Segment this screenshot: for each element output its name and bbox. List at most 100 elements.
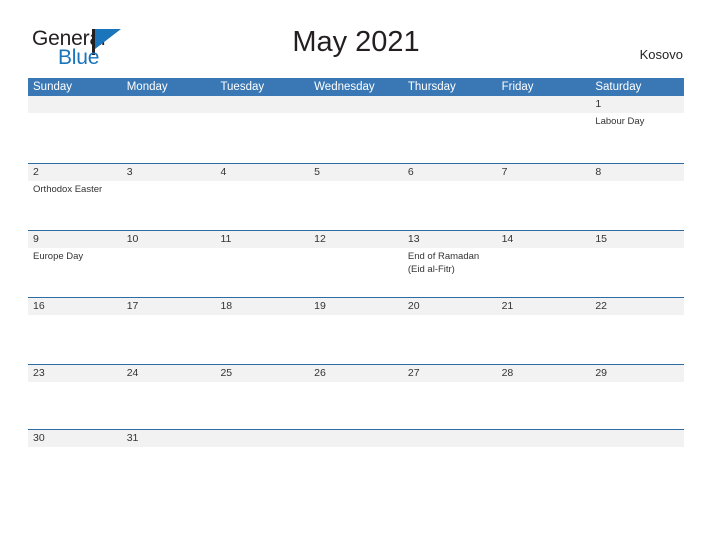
day-events <box>215 248 309 297</box>
day-number[interactable]: 9 <box>28 231 122 248</box>
day-number[interactable]: 8 <box>590 164 684 181</box>
page-title: May 2021 <box>292 26 420 58</box>
day-events <box>497 181 591 230</box>
day-events <box>122 315 216 364</box>
day-number[interactable]: 11 <box>215 231 309 248</box>
week-row: 2 3 4 5 6 7 8 Orthodox Easter <box>28 163 684 230</box>
day-number[interactable]: 7 <box>497 164 591 181</box>
day-number-band: 23 24 25 26 27 28 29 <box>28 365 684 382</box>
day-events <box>122 382 216 429</box>
event-band <box>28 315 684 364</box>
day-number[interactable]: 3 <box>122 164 216 181</box>
day-number[interactable] <box>122 96 216 113</box>
day-number[interactable]: 30 <box>28 430 122 447</box>
day-number[interactable]: 16 <box>28 298 122 315</box>
day-events <box>497 315 591 364</box>
event-band: Europe Day End of Ramadan (Eid al-Fitr) <box>28 248 684 297</box>
day-number-band: 30 31 <box>28 430 684 447</box>
day-number-band: 2 3 4 5 6 7 8 <box>28 164 684 181</box>
day-number[interactable]: 6 <box>403 164 497 181</box>
day-events <box>403 315 497 364</box>
day-events <box>403 113 497 163</box>
event-text: End of Ramadan <box>407 251 480 262</box>
day-number[interactable]: 19 <box>309 298 403 315</box>
day-number[interactable]: 18 <box>215 298 309 315</box>
day-events <box>590 181 684 230</box>
day-number[interactable] <box>403 96 497 113</box>
day-number[interactable]: 26 <box>309 365 403 382</box>
week-row: 30 31 <box>28 429 684 463</box>
day-number[interactable]: 17 <box>122 298 216 315</box>
day-events <box>497 447 591 463</box>
week-row: 1 Labour Day <box>28 96 684 163</box>
day-number[interactable]: 22 <box>590 298 684 315</box>
day-number[interactable]: 27 <box>403 365 497 382</box>
weekday-thursday: Thursday <box>407 81 456 93</box>
day-number[interactable]: 10 <box>122 231 216 248</box>
day-events: End of Ramadan (Eid al-Fitr) <box>403 248 497 297</box>
day-number[interactable]: 28 <box>497 365 591 382</box>
event-text: (Eid al-Fitr) <box>407 263 455 275</box>
day-number[interactable]: 1 <box>590 96 684 113</box>
day-number[interactable]: 29 <box>590 365 684 382</box>
day-number[interactable]: 23 <box>28 365 122 382</box>
day-number[interactable]: 14 <box>497 231 591 248</box>
day-number[interactable] <box>309 430 403 447</box>
day-events <box>497 248 591 297</box>
day-number[interactable] <box>497 430 591 447</box>
calendar-grid: Sunday Monday Tuesday Wednesday Thursday… <box>28 78 684 463</box>
day-number[interactable]: 5 <box>309 164 403 181</box>
day-events <box>309 181 403 230</box>
day-number[interactable] <box>403 430 497 447</box>
day-number[interactable]: 21 <box>497 298 591 315</box>
day-number[interactable]: 13 <box>403 231 497 248</box>
day-events <box>403 181 497 230</box>
event-band: Labour Day <box>28 113 684 163</box>
day-events <box>309 315 403 364</box>
day-events <box>215 315 309 364</box>
day-number[interactable] <box>28 96 122 113</box>
event-band <box>28 382 684 429</box>
day-number[interactable] <box>309 96 403 113</box>
week-row: 9 10 11 12 13 14 15 Europe Day End of Ra… <box>28 230 684 297</box>
day-number[interactable]: 25 <box>215 365 309 382</box>
day-number[interactable]: 12 <box>309 231 403 248</box>
day-events <box>403 447 497 463</box>
week-row: 23 24 25 26 27 28 29 <box>28 364 684 429</box>
page-header: General Blue May 2021 Kosovo <box>0 0 712 78</box>
event-text: Europe Day <box>33 251 84 262</box>
day-number[interactable]: 20 <box>403 298 497 315</box>
day-number[interactable]: 2 <box>28 164 122 181</box>
event-text: Orthodox Easter <box>33 184 103 195</box>
weekday-saturday: Saturday <box>595 81 642 93</box>
day-events <box>590 248 684 297</box>
day-number[interactable]: 15 <box>590 231 684 248</box>
day-events <box>497 113 591 163</box>
day-number[interactable] <box>590 430 684 447</box>
day-events <box>215 113 309 163</box>
country-label: Kosovo <box>639 47 683 62</box>
day-events <box>403 382 497 429</box>
day-number[interactable]: 24 <box>122 365 216 382</box>
day-events <box>309 382 403 429</box>
day-events <box>122 113 216 163</box>
day-events <box>122 248 216 297</box>
day-number[interactable] <box>215 96 309 113</box>
day-number-band: 9 10 11 12 13 14 15 <box>28 231 684 248</box>
day-number[interactable] <box>497 96 591 113</box>
day-events: Europe Day <box>28 248 122 297</box>
day-events <box>590 315 684 364</box>
day-number[interactable]: 4 <box>215 164 309 181</box>
day-events <box>309 447 403 463</box>
day-number[interactable]: 31 <box>122 430 216 447</box>
day-events <box>28 447 122 463</box>
day-number-band: 16 17 18 19 20 21 22 <box>28 298 684 315</box>
day-events <box>28 315 122 364</box>
day-events <box>215 447 309 463</box>
day-number-band: 1 <box>28 96 684 113</box>
day-events: Orthodox Easter <box>28 181 122 230</box>
day-events <box>122 447 216 463</box>
day-events <box>497 382 591 429</box>
day-number[interactable] <box>215 430 309 447</box>
weekday-wednesday: Wednesday <box>314 81 375 93</box>
